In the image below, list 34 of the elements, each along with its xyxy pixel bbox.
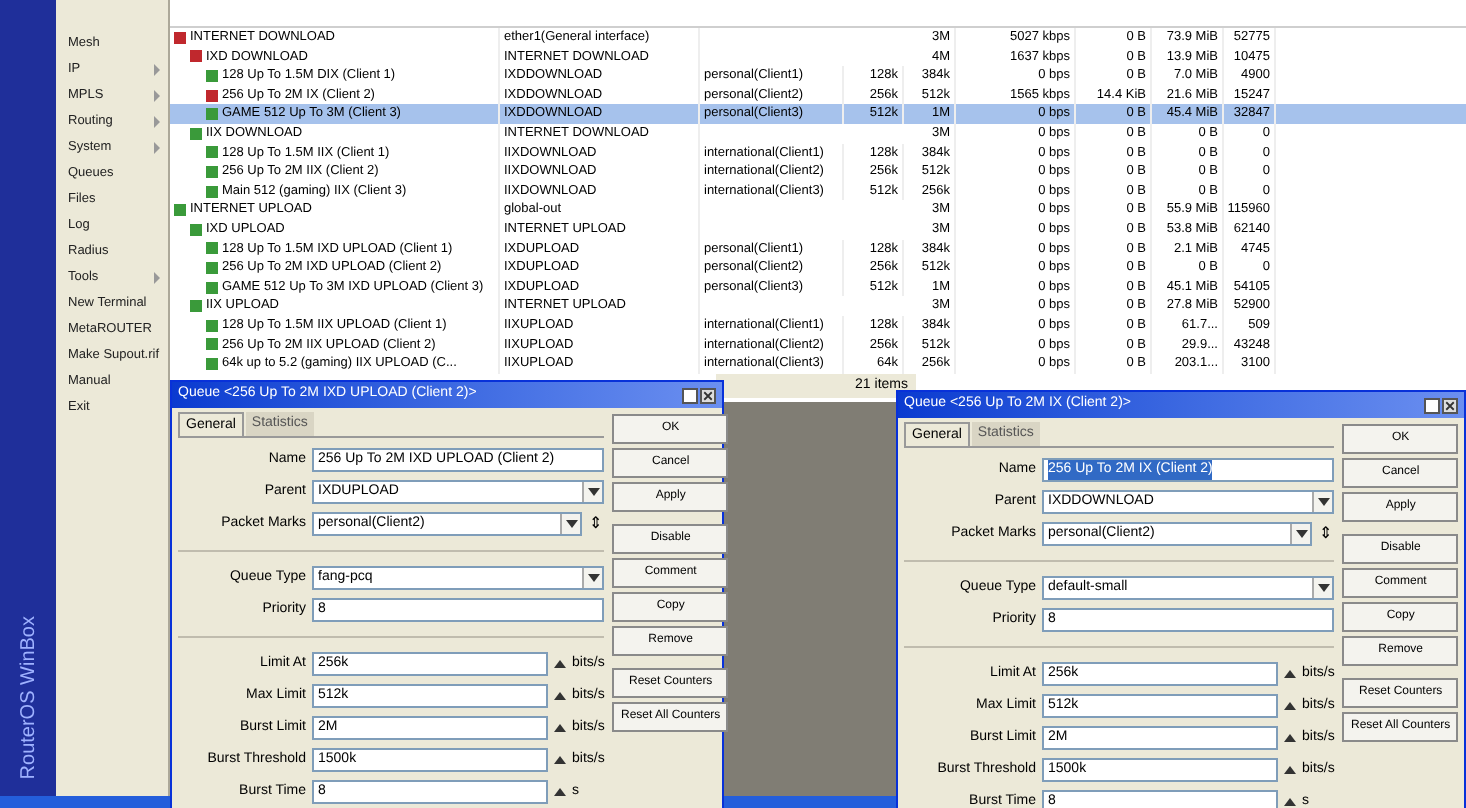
chevron-icon bbox=[154, 271, 162, 283]
dropdown-button[interactable] bbox=[582, 482, 603, 502]
brand-label: RouterOS WinBox bbox=[15, 616, 41, 780]
caret-icon bbox=[587, 574, 600, 582]
up-arrow-icon[interactable] bbox=[554, 756, 566, 764]
up-arrow-icon[interactable] bbox=[1284, 670, 1296, 678]
spinner-button[interactable]: ⇕ bbox=[588, 512, 605, 536]
dropdown-button[interactable] bbox=[560, 514, 581, 534]
caret-icon bbox=[1317, 498, 1330, 506]
close-icon[interactable] bbox=[700, 387, 716, 403]
up-arrow-icon[interactable] bbox=[1284, 766, 1296, 774]
caret-icon bbox=[1295, 530, 1308, 538]
dropdown-button[interactable] bbox=[582, 568, 603, 588]
up-arrow-icon[interactable] bbox=[1284, 702, 1296, 710]
chevron-icon bbox=[154, 141, 162, 153]
restore-icon[interactable] bbox=[1424, 397, 1440, 413]
chevron-icon bbox=[154, 63, 162, 75]
up-arrow-icon[interactable] bbox=[1284, 734, 1296, 742]
up-arrow-icon[interactable] bbox=[1284, 798, 1296, 806]
chevron-icon bbox=[154, 115, 162, 127]
up-arrow-icon[interactable] bbox=[554, 724, 566, 732]
caret-icon bbox=[587, 488, 600, 496]
chevron-icon bbox=[154, 89, 162, 101]
up-arrow-icon[interactable] bbox=[554, 692, 566, 700]
caret-icon bbox=[1317, 584, 1330, 592]
dropdown-button[interactable] bbox=[1312, 492, 1333, 512]
restore-icon[interactable] bbox=[682, 387, 698, 403]
up-arrow-icon[interactable] bbox=[554, 660, 566, 668]
close-icon[interactable] bbox=[1442, 397, 1458, 413]
spinner-button[interactable]: ⇕ bbox=[1318, 522, 1335, 546]
up-arrow-icon[interactable] bbox=[554, 788, 566, 796]
caret-icon bbox=[565, 520, 578, 528]
dropdown-button[interactable] bbox=[1312, 578, 1333, 598]
dropdown-button[interactable] bbox=[1290, 524, 1311, 544]
